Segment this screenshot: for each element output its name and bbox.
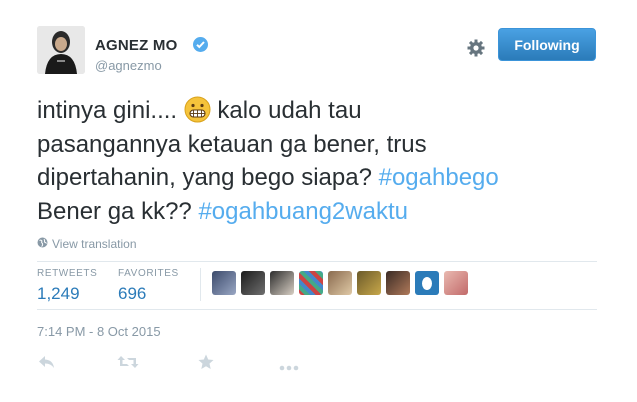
avatar[interactable] bbox=[270, 271, 294, 295]
favorites-count: 696 bbox=[118, 284, 147, 303]
avatar[interactable] bbox=[415, 271, 439, 295]
retweets-stat[interactable]: RETWEETS 1,249 bbox=[37, 268, 97, 304]
view-translation-label: View translation bbox=[52, 237, 137, 251]
favoriters-avatars bbox=[212, 271, 468, 295]
grimacing-face-icon bbox=[184, 96, 211, 123]
retweets-count: 1,249 bbox=[37, 284, 80, 303]
avatar[interactable] bbox=[357, 271, 381, 295]
avatar[interactable] bbox=[299, 271, 323, 295]
user-name[interactable]: AGNEZ MO bbox=[95, 37, 177, 54]
stats-divider bbox=[200, 268, 201, 301]
tweet-timestamp[interactable]: 7:14 PM - 8 Oct 2015 bbox=[37, 324, 161, 339]
gear-icon[interactable] bbox=[466, 38, 486, 58]
divider bbox=[37, 309, 597, 310]
tweet-text-line2: pasangannya ketauan ga bener, trus bbox=[37, 130, 427, 158]
view-translation-link[interactable]: View translation bbox=[37, 237, 137, 251]
tweet-text-line4: Bener ga kk?? bbox=[37, 197, 199, 225]
tweet-text: intinya gini.... kalo udah tau pasangann… bbox=[37, 94, 607, 228]
retweets-label: RETWEETS bbox=[37, 268, 98, 279]
favorites-stat[interactable]: FAVORITES 696 bbox=[118, 268, 179, 304]
hashtag-link[interactable]: #ogahbego bbox=[379, 164, 499, 191]
retweet-icon[interactable] bbox=[117, 354, 139, 375]
divider bbox=[37, 261, 597, 262]
avatar[interactable] bbox=[241, 271, 265, 295]
avatar[interactable] bbox=[212, 271, 236, 295]
favorite-icon[interactable] bbox=[198, 354, 214, 375]
following-button[interactable]: Following bbox=[498, 28, 596, 61]
user-handle[interactable]: @agnezmo bbox=[95, 58, 162, 73]
reply-icon[interactable] bbox=[38, 354, 56, 375]
tweet-text-line1b: kalo udah tau bbox=[210, 97, 362, 124]
favorites-label: FAVORITES bbox=[118, 268, 179, 279]
tweet-text-line3: dipertahanin, yang bego siapa? bbox=[37, 164, 379, 191]
user-avatar[interactable] bbox=[37, 26, 85, 74]
globe-icon bbox=[37, 237, 48, 251]
avatar[interactable] bbox=[328, 271, 352, 295]
more-icon[interactable] bbox=[279, 358, 299, 376]
tweet-text-line1a: intinya gini.... bbox=[37, 97, 184, 124]
avatar[interactable] bbox=[386, 271, 410, 295]
hashtag-link[interactable]: #ogahbuang2waktu bbox=[198, 198, 408, 225]
verified-badge-icon bbox=[193, 37, 208, 52]
avatar[interactable] bbox=[444, 271, 468, 295]
